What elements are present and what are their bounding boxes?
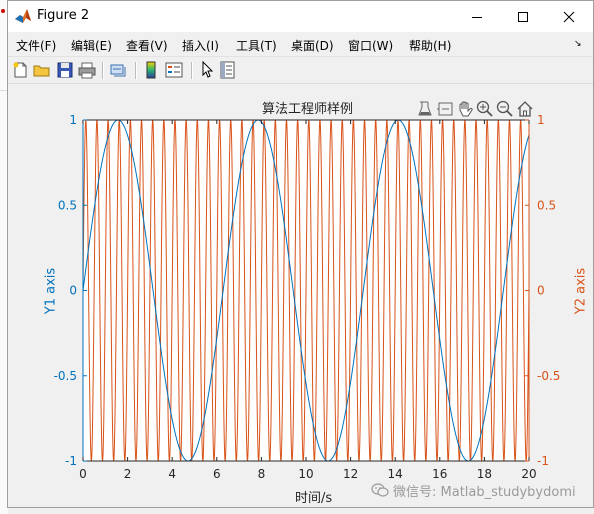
pan-icon[interactable] [456, 100, 474, 118]
zoom-in-icon[interactable] [476, 100, 494, 118]
chart-title: 算法工程师样例 [262, 102, 354, 117]
y2-tick-label: 0 [537, 284, 545, 298]
y1-tick-label: -0.5 [54, 369, 77, 383]
y1-tick-label: 0 [69, 284, 77, 298]
x-tick-label: 20 [521, 467, 536, 481]
home-icon[interactable] [516, 100, 534, 118]
watermark: 微信号: Matlab_studybydomi [371, 481, 576, 500]
y1-tick-label: 0.5 [58, 198, 77, 212]
y1-tick-label: 1 [69, 113, 77, 127]
background-marker [1, 9, 5, 13]
x-tick-label: 0 [79, 467, 87, 481]
figure-window: Figure 2 文件(F) 编辑(E) 查看(V) 插入(I) 工具(T) 桌… [7, 0, 594, 508]
x-tick-label: 4 [168, 467, 176, 481]
y2-tick-label: 1 [537, 113, 545, 127]
x-tick-label: 14 [388, 467, 403, 481]
y1-axis-label: Y1 axis [43, 267, 59, 315]
export-icon[interactable] [416, 100, 434, 118]
x-tick-label: 6 [213, 467, 221, 481]
x-tick-label: 2 [124, 467, 132, 481]
zoom-out-icon[interactable] [496, 100, 514, 118]
x-tick-label: 12 [343, 467, 358, 481]
y2-tick-label: -1 [537, 454, 549, 468]
y2-tick-label: 0.5 [537, 198, 556, 212]
plot-area[interactable]: 0 2 4 6 8 10 12 14 16 18 20-1-0.500.51-1-0.500.51 [8, 1, 593, 509]
y2-tick-label: -0.5 [537, 369, 560, 383]
x-axis-label: 时间/s [295, 491, 333, 506]
x-tick-label: 18 [477, 467, 492, 481]
x-tick-label: 16 [432, 467, 447, 481]
y1-tick-label: -1 [65, 454, 77, 468]
y2-axis-label: Y2 axis [573, 267, 589, 315]
wechat-icon [371, 483, 389, 497]
x-tick-label: 10 [298, 467, 313, 481]
watermark-text: 微信号: Matlab_studybydomi [393, 484, 576, 500]
x-tick-label: 8 [258, 467, 266, 481]
data-tips-icon[interactable] [436, 100, 454, 118]
axes-toolbar [416, 100, 534, 118]
